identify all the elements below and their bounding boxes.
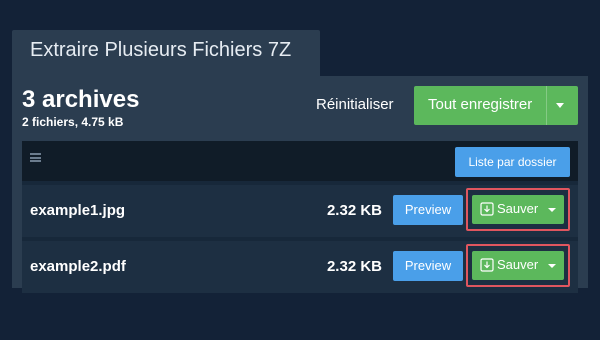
save-all-label: Tout enregistrer [428,96,533,113]
save-label: Sauver [497,201,539,216]
chevron-down-icon[interactable] [548,208,556,212]
file-name: example1.jpg [30,202,126,219]
save-all-button[interactable]: Tout enregistrer [414,86,578,125]
archive-panel: 3 archives 2 fichiers, 4.75 kB Réinitial… [12,76,588,293]
file-list-header: Liste par dossier [22,141,578,181]
save-button[interactable]: Sauver [472,195,564,224]
save-highlight: Sauver [466,188,570,231]
download-icon [480,202,494,216]
save-button[interactable]: Sauver [472,251,564,280]
hamburger-menu-icon[interactable] [30,153,41,162]
file-size: 2.32 KB [326,258,382,275]
file-row: example1.jpg 2.32 KB Preview Sauver [22,185,578,237]
preview-button[interactable]: Preview [393,251,463,281]
chevron-down-icon[interactable] [548,264,556,268]
preview-button[interactable]: Preview [393,195,463,225]
save-all-divider [546,86,547,125]
file-name: example2.pdf [30,258,126,275]
window-title-tab: Extraire Plusieurs Fichiers 7Z [12,30,320,76]
chevron-down-icon[interactable] [556,103,564,108]
file-list: Liste par dossier example1.jpg 2.32 KB P… [22,141,578,293]
reset-button[interactable]: Réinitialiser [316,96,394,113]
download-icon [480,258,494,272]
archive-count: 3 archives [22,86,140,113]
file-summary: 2 fichiers, 4.75 kB [22,115,124,129]
save-highlight: Sauver [466,244,570,287]
file-size: 2.32 KB [326,202,382,219]
window-title: Extraire Plusieurs Fichiers 7Z [30,39,292,61]
save-label: Sauver [497,257,539,272]
file-row: example2.pdf 2.32 KB Preview Sauver [22,241,578,293]
folder-view-button[interactable]: Liste par dossier [455,147,570,177]
